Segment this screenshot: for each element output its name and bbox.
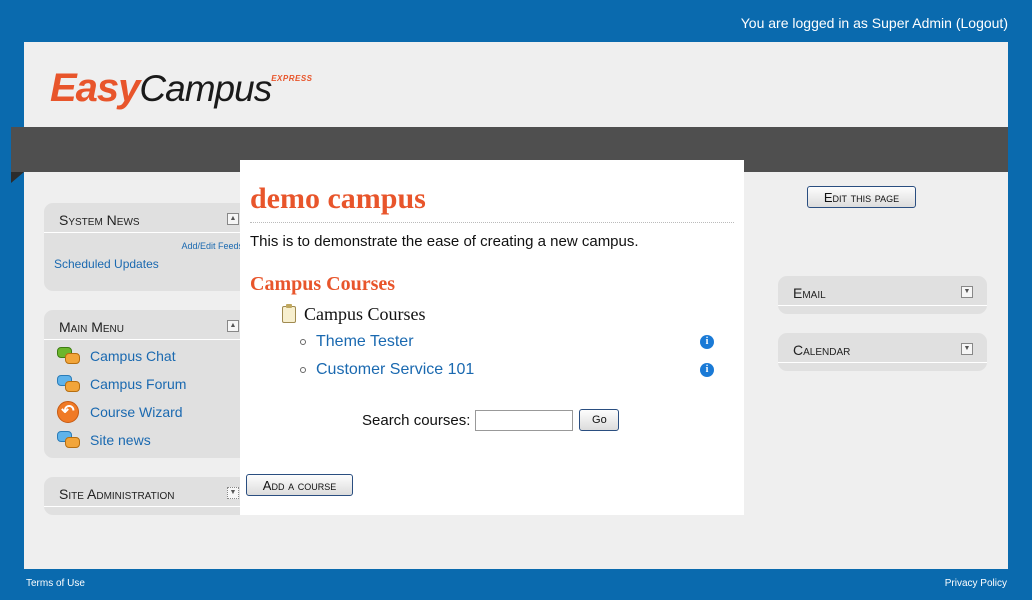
terms-of-use-link[interactable]: Terms of Use xyxy=(26,578,85,589)
menu-item-campus-chat[interactable]: Campus Chat xyxy=(57,342,186,370)
main-menu-list: Campus Chat Campus Forum ↶ Course Wizard… xyxy=(57,342,186,454)
scheduled-updates-link[interactable]: Scheduled Updates xyxy=(54,257,159,271)
block-header: System News ▲ xyxy=(44,203,253,233)
forum-icon xyxy=(57,429,81,451)
logo-easy: Easy xyxy=(50,66,140,110)
section-heading: Campus Courses xyxy=(250,273,396,295)
menu-item-label[interactable]: Site news xyxy=(90,432,151,448)
search-courses-input[interactable] xyxy=(475,409,574,431)
search-label: Search courses: xyxy=(362,411,471,429)
main-menu-block: Main Menu ▲ Campus Chat Campus Forum ↶ C… xyxy=(44,310,253,458)
course-item: Customer Service 101 xyxy=(300,361,474,379)
menu-item-label[interactable]: Campus Forum xyxy=(90,376,186,392)
system-news-title: System News xyxy=(59,212,140,228)
add-edit-feeds-link[interactable]: Add/Edit Feeds xyxy=(181,241,243,251)
course-item: Theme Tester xyxy=(300,333,414,351)
edit-page-button[interactable]: Edit this page xyxy=(807,186,916,208)
clipboard-icon xyxy=(282,304,296,323)
chat-icon xyxy=(57,345,81,367)
main-menu-title: Main Menu xyxy=(59,319,124,335)
block-header: Email ▼ xyxy=(778,276,987,306)
logo-express: EXPRESS xyxy=(271,74,313,83)
go-button[interactable]: Go xyxy=(579,409,620,431)
login-status: You are logged in as Super Admin (Logout… xyxy=(741,15,1008,31)
logo-campus: Campus xyxy=(139,68,272,109)
collapse-icon[interactable]: ▲ xyxy=(227,213,239,225)
menu-item-course-wizard[interactable]: ↶ Course Wizard xyxy=(57,398,186,426)
course-category: Campus Courses xyxy=(282,304,426,325)
block-header: Calendar ▼ xyxy=(778,333,987,363)
expand-icon[interactable]: ▼ xyxy=(227,487,239,499)
menu-item-campus-forum[interactable]: Campus Forum xyxy=(57,370,186,398)
bullet-icon xyxy=(300,339,306,345)
system-news-block: System News ▲ Add/Edit Feeds Scheduled U… xyxy=(44,203,253,291)
bullet-icon xyxy=(300,367,306,373)
wizard-icon: ↶ xyxy=(57,401,81,423)
menu-item-label[interactable]: Campus Chat xyxy=(90,348,176,364)
email-block: Email ▼ xyxy=(778,276,987,314)
site-admin-block: Site Administration ▼ xyxy=(44,477,253,515)
course-link[interactable]: Theme Tester xyxy=(316,333,414,351)
page-title: demo campus xyxy=(250,182,426,215)
expand-icon[interactable]: ▼ xyxy=(961,286,973,298)
site-admin-title: Site Administration xyxy=(59,486,175,502)
login-text: You are logged in as Super Admin xyxy=(740,15,952,31)
calendar-title: Calendar xyxy=(793,342,851,358)
course-link[interactable]: Customer Service 101 xyxy=(316,361,474,379)
privacy-policy-link[interactable]: Privacy Policy xyxy=(945,578,1007,589)
site-logo[interactable]: EasyCampusEXPRESS xyxy=(50,66,313,111)
main-content: demo campus This is to demonstrate the e… xyxy=(240,160,744,515)
course-search: Search courses: Go xyxy=(362,409,620,431)
menu-item-label[interactable]: Course Wizard xyxy=(90,404,183,420)
campus-summary: This is to demonstrate the ease of creat… xyxy=(250,233,639,250)
title-divider xyxy=(250,222,734,223)
email-title: Email xyxy=(793,285,826,301)
category-name: Campus Courses xyxy=(304,304,426,324)
calendar-block: Calendar ▼ xyxy=(778,333,987,371)
collapse-icon[interactable]: ▲ xyxy=(227,320,239,332)
expand-icon[interactable]: ▼ xyxy=(961,343,973,355)
forum-icon xyxy=(57,373,81,395)
logout-link[interactable]: (Logout) xyxy=(956,15,1008,31)
info-icon[interactable]: i xyxy=(700,335,714,349)
block-header: Main Menu ▲ xyxy=(44,310,253,340)
info-icon[interactable]: i xyxy=(700,363,714,377)
nav-bar-fold xyxy=(11,172,24,183)
menu-item-site-news[interactable]: Site news xyxy=(57,426,186,454)
block-header: Site Administration ▼ xyxy=(44,477,253,507)
add-course-button[interactable]: Add a course xyxy=(246,474,353,496)
